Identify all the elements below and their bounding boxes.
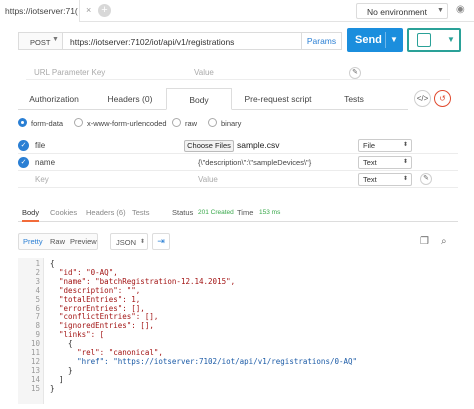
tab-headers[interactable]: Headers (0) <box>94 88 166 110</box>
chevron-down-icon: ▼ <box>52 36 59 43</box>
code-line: } <box>50 383 55 393</box>
radio-urlencoded-label: x-www-form-urlencoded <box>87 119 167 128</box>
updown-icon: ⬍ <box>403 176 409 182</box>
url-param-row: URL Parameter Key Value <box>26 66 450 80</box>
search-icon[interactable]: ⌕ <box>441 236 447 247</box>
updown-icon: ⬍ <box>140 239 146 245</box>
tab-authorization[interactable]: Authorization <box>18 88 90 110</box>
form-key-input[interactable]: name <box>35 158 55 167</box>
tab-response-tests[interactable]: Tests <box>132 208 150 217</box>
reset-icon[interactable]: ↺ <box>434 90 451 107</box>
send-divider <box>385 32 386 48</box>
type-select[interactable]: Text ⬍ <box>358 173 412 186</box>
type-select[interactable]: File ⬍ <box>358 139 412 152</box>
pretty-button[interactable]: Pretty <box>23 237 43 246</box>
wrap-lines-icon[interactable]: ⇥ <box>152 233 170 250</box>
params-button[interactable]: Params <box>302 32 342 50</box>
checkmark-icon[interactable]: ✓ <box>18 157 29 168</box>
line-number: 15 <box>30 383 40 393</box>
radio-form-data[interactable] <box>18 118 27 127</box>
tab-response-headers[interactable]: Headers (6) <box>86 208 126 217</box>
time-value: 153 ms <box>259 209 281 216</box>
eye-icon[interactable]: ◉ <box>456 4 465 15</box>
request-tab[interactable]: https://iotserver:71( <box>0 0 80 22</box>
format-selected: JSON <box>116 238 137 247</box>
tab-response-body[interactable]: Body <box>22 208 40 222</box>
type-select[interactable]: Text ⬍ <box>358 156 412 169</box>
raw-button[interactable]: Raw <box>50 237 65 246</box>
chevron-down-icon: ▼ <box>437 7 444 14</box>
checkmark-icon[interactable]: ✓ <box>18 140 29 151</box>
radio-binary-label: binary <box>221 119 242 128</box>
tab-pre-request-script[interactable]: Pre-request script <box>232 88 324 110</box>
form-row: ✓ name {\"description\":\"sampleDevices\… <box>18 154 458 171</box>
status-label: Status <box>172 208 194 217</box>
environment-selected: No environment <box>367 7 428 17</box>
updown-icon: ⬍ <box>403 142 409 148</box>
edit-icon[interactable]: ✎ <box>420 173 432 185</box>
environment-select[interactable]: No environment ▼ <box>356 3 448 19</box>
code-icon[interactable]: </> <box>414 90 431 107</box>
send-button[interactable]: Send ▼ <box>347 28 403 52</box>
form-row: ✓ file Choose Files sample.csv File ⬍ <box>18 137 458 154</box>
status-value: 201 Created <box>198 209 234 216</box>
edit-icon[interactable]: ✎ <box>349 67 361 79</box>
url-param-key-input[interactable]: URL Parameter Key <box>34 68 105 77</box>
tab-tests[interactable]: Tests <box>328 88 380 110</box>
code-line: "href": "https://iotserver:7102/iot/api/… <box>50 356 358 366</box>
send-label: Send <box>355 34 382 46</box>
form-value-input[interactable]: Value <box>198 175 218 184</box>
format-select[interactable]: JSON ⬍ <box>110 233 148 250</box>
radio-raw[interactable] <box>172 118 181 127</box>
type-selected: Text <box>363 175 377 184</box>
time-label: Time <box>237 208 254 217</box>
request-tabs: Authorization Headers (0) Body Pre-reque… <box>18 88 408 110</box>
response-body-editor[interactable]: 1 2 3 4 5 6 7 8 9 10 11 12 13 14 15 { "i… <box>18 258 458 404</box>
close-tab-icon[interactable]: × <box>86 5 91 15</box>
save-icon <box>417 33 431 47</box>
chevron-down-icon[interactable]: ▼ <box>390 35 398 44</box>
response-tabs: Body Cookies Headers (6) Tests Status 20… <box>18 206 458 222</box>
tab-body[interactable]: Body <box>166 88 232 110</box>
request-tab-label: https://iotserver:71( <box>5 6 78 16</box>
radio-urlencoded[interactable] <box>74 118 83 127</box>
line-number-gutter: 1 2 3 4 5 6 7 8 9 10 11 12 13 14 15 <box>18 258 44 404</box>
chevron-down-icon[interactable]: ▼ <box>447 35 455 44</box>
form-key-input[interactable]: file <box>35 141 45 150</box>
url-value: https://iotserver:7102/iot/api/v1/regist… <box>70 37 235 47</box>
radio-raw-label: raw <box>185 119 198 128</box>
choose-files-button[interactable]: Choose Files <box>184 140 234 152</box>
preview-button[interactable]: Preview <box>70 237 97 246</box>
tab-bar: https://iotserver:71( × + No environment… <box>0 0 474 22</box>
type-selected: File <box>363 141 376 150</box>
method-label: POST <box>30 38 51 47</box>
form-value-input[interactable]: {\"description\":\"sampleDevices\"} <box>198 158 311 167</box>
add-tab-button[interactable]: + <box>98 4 111 17</box>
view-mode-group: Pretty Raw Preview <box>18 233 98 250</box>
url-param-value-input[interactable]: Value <box>194 68 214 77</box>
url-input[interactable]: https://iotserver:7102/iot/api/v1/regist… <box>62 32 302 50</box>
form-row: Key Value Text ⬍ <box>18 171 458 188</box>
radio-form-data-label: form-data <box>31 119 64 128</box>
selected-file-name: sample.csv <box>237 140 280 150</box>
copy-icon[interactable]: ❐ <box>420 236 429 247</box>
tab-response-cookies[interactable]: Cookies <box>50 208 77 217</box>
form-key-input[interactable]: Key <box>35 175 49 184</box>
updown-icon: ⬍ <box>403 159 409 165</box>
save-button[interactable]: ▼ <box>407 28 461 52</box>
type-selected: Text <box>363 158 377 167</box>
radio-binary[interactable] <box>208 118 217 127</box>
